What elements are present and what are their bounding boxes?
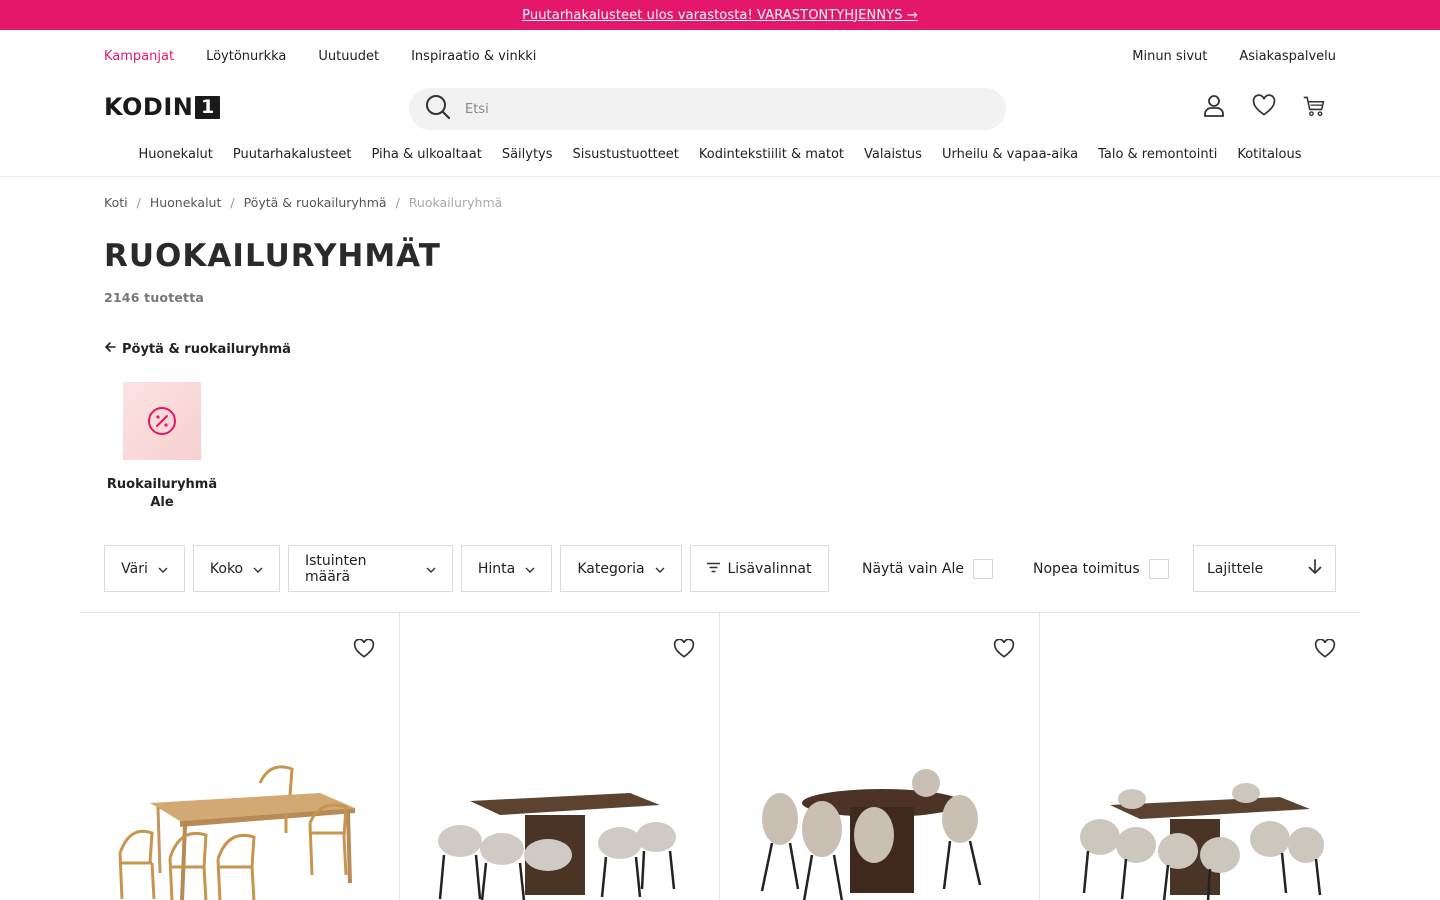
filter-label: Kategoria	[577, 560, 645, 577]
cat-huonekalut[interactable]: Huonekalut	[138, 147, 212, 162]
filter-vari[interactable]: Väri	[104, 545, 185, 592]
filter-bar: Väri Koko Istuinten määrä Hinta Kategori…	[104, 545, 1336, 592]
cat-talo[interactable]: Talo & remontointi	[1098, 147, 1217, 162]
fast-delivery-checkbox[interactable]	[1148, 558, 1169, 579]
cat-sailytys[interactable]: Säilytys	[502, 147, 553, 162]
arrow-down-icon	[1308, 558, 1322, 579]
nav-uutuudet[interactable]: Uutuudet	[318, 49, 379, 64]
site-logo[interactable]: KODIN 1	[104, 93, 221, 121]
logo-number: 1	[195, 95, 221, 119]
cat-urheilu[interactable]: Urheilu & vapaa-aika	[942, 147, 1078, 162]
cat-sisustustuotteet[interactable]: Sisustustuotteet	[573, 147, 679, 162]
toggle-label: Näytä vain Ale	[862, 560, 965, 577]
toggle-label: Nopea toimitus	[1033, 560, 1140, 577]
filter-istuinten-maara[interactable]: Istuinten määrä	[288, 545, 453, 592]
subcategory-sale[interactable]: Ruokailuryhmä Ale	[104, 382, 220, 512]
filter-label: Väri	[121, 560, 148, 577]
product-count: 2146 tuotetta	[104, 290, 205, 305]
back-link-label: Pöytä & ruokailuryhmä	[122, 341, 291, 357]
breadcrumb-current: Ruokailuryhmä	[408, 195, 503, 210]
cat-piha[interactable]: Piha & ulkoaltaat	[371, 147, 481, 162]
fast-delivery-toggle[interactable]: Nopea toimitus	[1033, 558, 1169, 579]
filter-kategoria[interactable]: Kategoria	[560, 545, 682, 592]
wishlist-heart-icon[interactable]	[673, 638, 695, 663]
search-input[interactable]	[465, 101, 990, 117]
filter-label: Istuinten määrä	[305, 552, 367, 585]
chevron-down-icon	[158, 561, 168, 577]
breadcrumb-poyta[interactable]: Pöytä & ruokailuryhmä	[244, 195, 387, 210]
breadcrumb-koti[interactable]: Koti	[104, 195, 128, 210]
page-title: RUOKAILURYHMÄT	[104, 238, 441, 274]
wishlist-heart-icon[interactable]	[993, 638, 1015, 663]
cat-kodintekstiilit[interactable]: Kodintekstiilit & matot	[699, 147, 844, 162]
product-card[interactable]	[1040, 613, 1360, 900]
breadcrumb: Koti / Huonekalut / Pöytä & ruokailuryhm…	[104, 195, 1336, 210]
heart-icon[interactable]	[1252, 92, 1276, 120]
filter-koko[interactable]: Koko	[193, 545, 280, 592]
filter-lisavalinnat[interactable]: Lisävalinnat	[690, 545, 829, 592]
nav-asiakaspalvelu[interactable]: Asiakaspalvelu	[1239, 49, 1336, 64]
filter-label: Lisävalinnat	[727, 560, 812, 577]
sale-only-toggle[interactable]: Näytä vain Ale	[862, 558, 994, 579]
promo-link[interactable]: Puutarhakalusteet ulos varastosta! VARAS…	[522, 8, 918, 23]
filter-lines-icon	[707, 561, 721, 577]
sort-select[interactable]: Lajittele	[1193, 545, 1336, 592]
nav-minun-sivut[interactable]: Minun sivut	[1132, 49, 1207, 64]
wishlist-heart-icon[interactable]	[1314, 638, 1336, 663]
back-link[interactable]: Pöytä & ruokailuryhmä	[104, 341, 1336, 357]
product-image	[118, 765, 355, 900]
chevron-down-icon	[655, 561, 665, 577]
utility-nav: Kampanjat Löytönurkka Uutuudet Inspiraat…	[0, 30, 1440, 82]
breadcrumb-huonekalut[interactable]: Huonekalut	[150, 195, 222, 210]
chevron-down-icon	[253, 561, 263, 577]
subcategory-thumbnail	[123, 382, 201, 460]
chevron-down-icon	[426, 561, 436, 577]
breadcrumb-separator: /	[230, 195, 235, 210]
logo-text: KODIN	[104, 93, 194, 121]
nav-kampanjat[interactable]: Kampanjat	[104, 49, 174, 64]
filter-label: Koko	[209, 560, 244, 577]
cat-kotitalous[interactable]: Kotitalous	[1237, 147, 1301, 162]
nav-inspiraatio[interactable]: Inspiraatio & vinkki	[411, 49, 536, 64]
product-image	[760, 769, 982, 900]
breadcrumb-separator: /	[136, 195, 141, 210]
category-nav: Huonekalut Puutarhakalusteet Piha & ulko…	[0, 132, 1440, 177]
cat-puutarhakalusteet[interactable]: Puutarhakalusteet	[233, 147, 352, 162]
chevron-down-icon	[525, 561, 535, 577]
product-card[interactable]	[720, 613, 1040, 900]
arrow-left-icon	[104, 341, 116, 357]
product-card[interactable]	[80, 613, 400, 900]
subcategory-label: Ruokailuryhmä Ale	[106, 477, 218, 510]
search-icon[interactable]	[425, 94, 451, 124]
breadcrumb-separator: /	[395, 195, 400, 210]
product-grid	[80, 613, 1360, 900]
filter-hinta[interactable]: Hinta	[461, 545, 552, 592]
site-header: KODIN 1	[0, 82, 1440, 132]
cart-icon[interactable]	[1302, 92, 1326, 120]
sort-label: Lajittele	[1207, 560, 1264, 577]
discount-icon	[148, 407, 176, 435]
wishlist-heart-icon[interactable]	[353, 638, 375, 663]
product-card[interactable]	[400, 613, 720, 900]
sale-only-checkbox[interactable]	[973, 558, 994, 579]
promo-banner: Puutarhakalusteet ulos varastosta! VARAS…	[0, 0, 1440, 30]
nav-loytonurkka[interactable]: Löytönurkka	[206, 49, 286, 64]
filter-label: Hinta	[477, 560, 516, 577]
product-image	[1080, 783, 1324, 900]
search-bar[interactable]	[409, 88, 1006, 130]
cat-valaistus[interactable]: Valaistus	[864, 147, 922, 162]
product-image	[438, 793, 676, 900]
user-icon[interactable]	[1202, 92, 1226, 120]
